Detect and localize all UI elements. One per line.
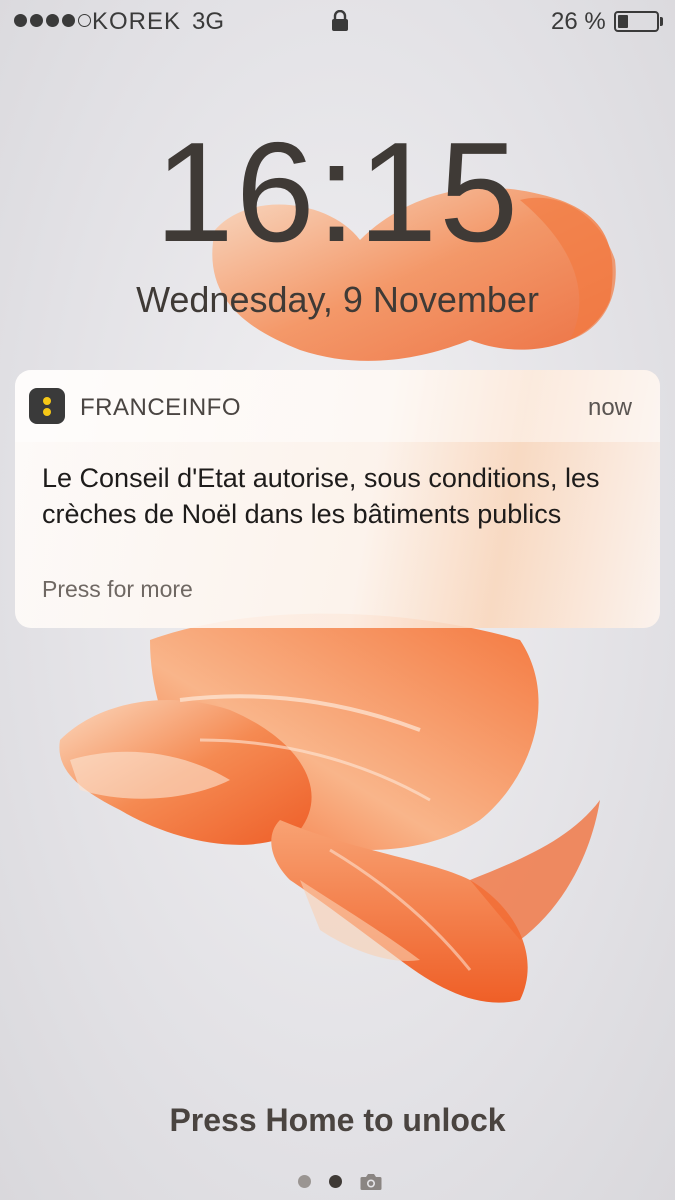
app-icon-dot-bottom bbox=[43, 408, 51, 416]
carrier-name: KOREK bbox=[92, 8, 182, 35]
signal-dot bbox=[30, 14, 43, 27]
notification-app-name: FRANCEINFO bbox=[80, 394, 241, 421]
lock-screen-date: Wednesday, 9 November bbox=[136, 279, 539, 320]
status-bar: KOREK 3G 26 % bbox=[0, 0, 675, 44]
signal-dot bbox=[14, 14, 27, 27]
signal-dot bbox=[62, 14, 75, 27]
lock-screen-clock: 16:15 bbox=[154, 113, 521, 272]
notification-message: Le Conseil d'Etat autorise, sous conditi… bbox=[42, 463, 600, 529]
battery-percentage: 26 % bbox=[551, 8, 606, 35]
franceinfo-app-icon bbox=[29, 388, 65, 424]
page-dot-active[interactable] bbox=[329, 1175, 342, 1188]
lock-icon bbox=[332, 10, 348, 31]
press-for-more-hint: Press for more bbox=[42, 576, 193, 602]
unlock-hint: Press Home to unlock bbox=[169, 1102, 506, 1138]
battery-icon bbox=[614, 11, 659, 32]
battery-level-fill bbox=[618, 15, 628, 28]
app-icon-dot-top bbox=[43, 397, 51, 405]
page-dot[interactable] bbox=[298, 1175, 311, 1188]
network-type: 3G bbox=[192, 8, 225, 35]
signal-strength-indicator bbox=[14, 14, 91, 27]
signal-dot bbox=[78, 14, 91, 27]
camera-icon[interactable] bbox=[360, 1173, 382, 1191]
battery-tip bbox=[660, 17, 663, 26]
notification-card[interactable]: FRANCEINFO now Le Conseil d'Etat autoris… bbox=[15, 370, 660, 628]
notification-time: now bbox=[587, 394, 632, 421]
notification-header: FRANCEINFO now bbox=[15, 370, 660, 442]
signal-dot bbox=[46, 14, 59, 27]
page-indicator[interactable] bbox=[298, 1172, 388, 1192]
